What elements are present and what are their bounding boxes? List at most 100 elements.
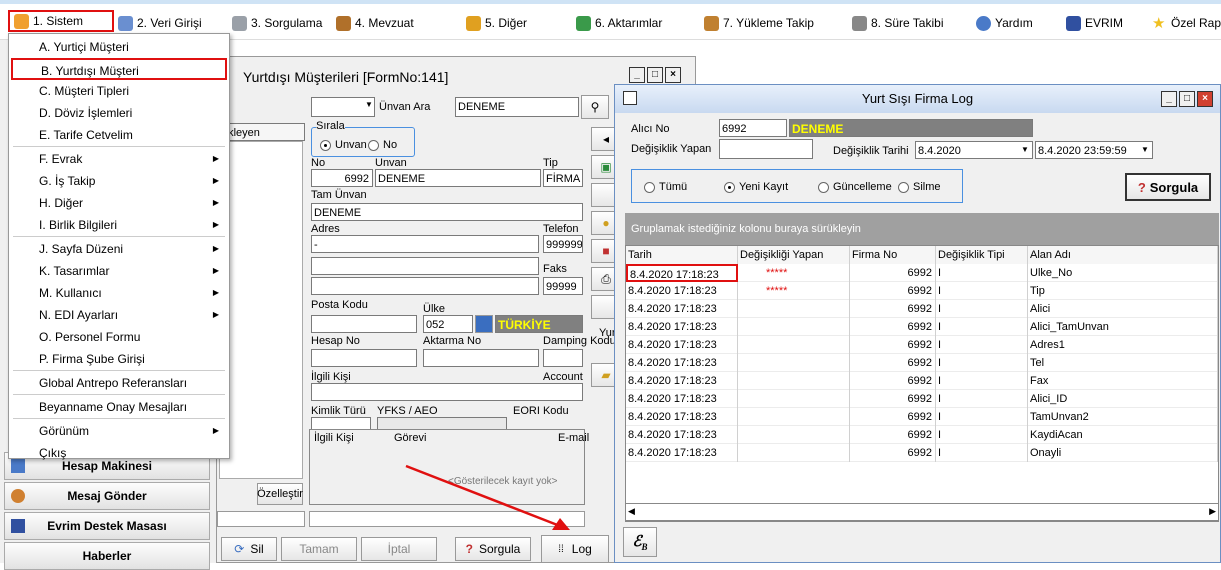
group-by-area[interactable]: Gruplamak istediğiniz kolonu buraya sürü… — [625, 213, 1219, 245]
menu-ozel-rapor[interactable]: ★ Özel Rapo — [1152, 12, 1221, 34]
ulke-code-field[interactable]: 052 — [423, 315, 473, 333]
log-hscrollbar[interactable]: ◀ ▶ — [625, 503, 1219, 521]
dropdown-item[interactable]: Global Antrepo Referansları — [11, 372, 227, 394]
menu-separator — [13, 146, 225, 147]
unvan-field[interactable]: DENEME — [375, 169, 541, 187]
ulke-lookup-button[interactable] — [475, 315, 493, 333]
damping-field[interactable] — [543, 349, 583, 367]
dropdown-item[interactable]: K. Tasarımlar ▶ — [11, 260, 227, 282]
dropdown-item[interactable]: J. Sayfa Düzeni ▶ — [11, 238, 227, 260]
query-button[interactable]: ? Sorgula — [455, 537, 531, 561]
menu-aktarimlar[interactable]: 6. Aktarımlar — [576, 12, 662, 34]
dropdown-item[interactable]: A. Yurtiçi Müşteri — [11, 36, 227, 58]
dropdown-item[interactable]: M. Kullanıcı ▶ — [11, 282, 227, 304]
support-desk-button[interactable]: Evrim Destek Masası — [4, 512, 210, 540]
dropdown-item[interactable]: C. Müşteri Tipleri — [11, 80, 227, 102]
faks-field[interactable]: 99999 — [543, 277, 583, 295]
dropdown-item[interactable]: P. Firma Şube Girişi — [11, 348, 227, 370]
table-row[interactable]: 8.4.2020 17:18:23 6992 I Onayli — [626, 444, 1218, 462]
menu-yukleme-takip[interactable]: 7. Yükleme Takip — [704, 12, 814, 34]
menu-sorgulama[interactable]: 3. Sorgulama — [232, 12, 322, 34]
table-row[interactable]: 8.4.2020 17:18:23 6992 I Fax — [626, 372, 1218, 390]
col-degisiklik-tipi[interactable]: Değişiklik Tipi — [936, 246, 1028, 264]
menu-mevzuat[interactable]: 4. Mevzuat — [336, 12, 414, 34]
evrim-logo-button[interactable]: ℰB — [623, 527, 657, 557]
cancel-button[interactable]: İptal — [361, 537, 437, 561]
log-query-button[interactable]: ? Sorgula — [1125, 173, 1211, 201]
maximize-icon[interactable]: □ — [647, 67, 663, 83]
degistiren-field[interactable] — [719, 139, 813, 159]
table-row[interactable]: 8.4.2020 17:18:23 6992 I Tel — [626, 354, 1218, 372]
no-field[interactable]: 6992 — [311, 169, 373, 187]
dropdown-item[interactable]: O. Personel Formu — [11, 326, 227, 348]
dropdown-item[interactable]: Görünüm ▶ — [11, 420, 227, 442]
search-input[interactable]: DENEME — [455, 97, 579, 117]
hesap-no-field[interactable] — [311, 349, 417, 367]
log-grid[interactable]: Tarih Değişikliği Yapan Firma No Değişik… — [625, 245, 1219, 522]
tam-unvan-field[interactable]: DENEME — [311, 203, 583, 221]
adres-field[interactable]: - — [311, 235, 539, 253]
aktarma-no-field[interactable] — [423, 349, 539, 367]
table-row[interactable]: 8.4.2020 17:18:23 6992 I Alici_TamUnvan — [626, 318, 1218, 336]
radio-yeni-kayit[interactable]: Yeni Kayıt — [724, 181, 788, 193]
log-minimize-icon[interactable]: _ — [1161, 91, 1177, 107]
col-alan-adi[interactable]: Alan Adı — [1028, 246, 1218, 264]
search-button[interactable]: ⚲ — [581, 95, 609, 119]
list-scrollbar[interactable] — [217, 511, 305, 527]
customize-button[interactable]: Özelleştir — [257, 483, 303, 505]
delete-button[interactable]: ⟳ Sil — [221, 537, 277, 561]
col-tarih[interactable]: Tarih — [626, 246, 738, 264]
sort-unvan-radio[interactable]: Unvan — [320, 139, 367, 151]
table-row[interactable]: 8.4.2020 17:18:23 ***** 6992 I Ulke_No — [626, 264, 1218, 282]
alici-no-field[interactable]: 6992 — [719, 119, 787, 137]
customer-list[interactable] — [219, 141, 303, 479]
radio-tumu[interactable]: Tümü — [644, 181, 687, 193]
ilgili-kisi-field[interactable] — [311, 383, 583, 401]
table-row[interactable]: 8.4.2020 17:18:23 6992 I TamUnvan2 — [626, 408, 1218, 426]
posta-kodu-field[interactable] — [311, 315, 417, 333]
log-maximize-icon[interactable]: □ — [1179, 91, 1195, 107]
send-message-button[interactable]: Mesaj Gönder — [4, 482, 210, 510]
close-icon[interactable]: × — [665, 67, 681, 83]
tip-field[interactable]: FİRMA — [543, 169, 583, 187]
dropdown-item[interactable]: Beyanname Onay Mesajları — [11, 396, 227, 418]
log-close-icon[interactable]: × — [1197, 91, 1213, 107]
sort-no-radio[interactable]: No — [368, 139, 397, 151]
menu-sure-takibi[interactable]: 8. Süre Takibi — [852, 12, 944, 34]
minimize-icon[interactable]: _ — [629, 67, 645, 83]
dropdown-item[interactable]: N. EDI Ayarları ▶ — [11, 304, 227, 326]
radio-silme[interactable]: Silme — [898, 181, 941, 193]
dropdown-item[interactable]: E. Tarife Cetvelim — [11, 124, 227, 146]
dropdown-item[interactable]: D. Döviz İşlemleri — [11, 102, 227, 124]
table-row[interactable]: 8.4.2020 17:18:23 ***** 6992 I Tip — [626, 282, 1218, 300]
col-firma-no[interactable]: Firma No — [850, 246, 936, 264]
dropdown-item[interactable]: G. İş Takip ▶ — [11, 170, 227, 192]
dropdown-item[interactable]: F. Evrak ▶ — [11, 148, 227, 170]
dropdown-item[interactable]: Çıkış — [11, 442, 227, 464]
menu-yardim[interactable]: Yardım — [976, 12, 1033, 34]
table-row[interactable]: 8.4.2020 17:18:23 6992 I Alici — [626, 300, 1218, 318]
dropdown-item[interactable]: B. Yurtdışı Müşteri — [11, 58, 227, 80]
tarih-to-field[interactable]: 8.4.2020 23:59:59 — [1035, 141, 1153, 159]
dropdown-item[interactable]: I. Birlik Bilgileri ▶ — [11, 214, 227, 236]
radio-guncelleme[interactable]: Güncelleme — [818, 181, 892, 193]
ok-button[interactable]: Tamam — [281, 537, 357, 561]
dropdown-item[interactable]: H. Diğer ▶ — [11, 192, 227, 214]
adres2-field[interactable] — [311, 257, 539, 275]
adres3-field[interactable] — [311, 277, 539, 295]
list-header[interactable]: ekleyen — [219, 123, 305, 141]
menu-sistem[interactable]: 1. Sistem — [8, 10, 114, 32]
scroll-left-icon[interactable]: ◀ — [628, 506, 635, 517]
telefon-field[interactable]: 999999 — [543, 235, 583, 253]
table-row[interactable]: 8.4.2020 17:18:23 6992 I Alici_ID — [626, 390, 1218, 408]
tarih-from-field[interactable]: 8.4.2020 — [915, 141, 1033, 159]
menu-diger[interactable]: 5. Diğer — [466, 12, 527, 34]
col-yapan[interactable]: Değişikliği Yapan — [738, 246, 850, 264]
scroll-right-icon[interactable]: ▶ — [1209, 506, 1216, 517]
menu-veri-girisi[interactable]: 2. Veri Girişi — [118, 12, 202, 34]
chevron-down-icon: ▼ — [1021, 145, 1029, 154]
table-row[interactable]: 8.4.2020 17:18:23 6992 I KaydiAcan — [626, 426, 1218, 444]
menu-evrim[interactable]: EVRIM — [1066, 12, 1123, 34]
news-button[interactable]: Haberler — [4, 542, 210, 570]
table-row[interactable]: 8.4.2020 17:18:23 6992 I Adres1 — [626, 336, 1218, 354]
